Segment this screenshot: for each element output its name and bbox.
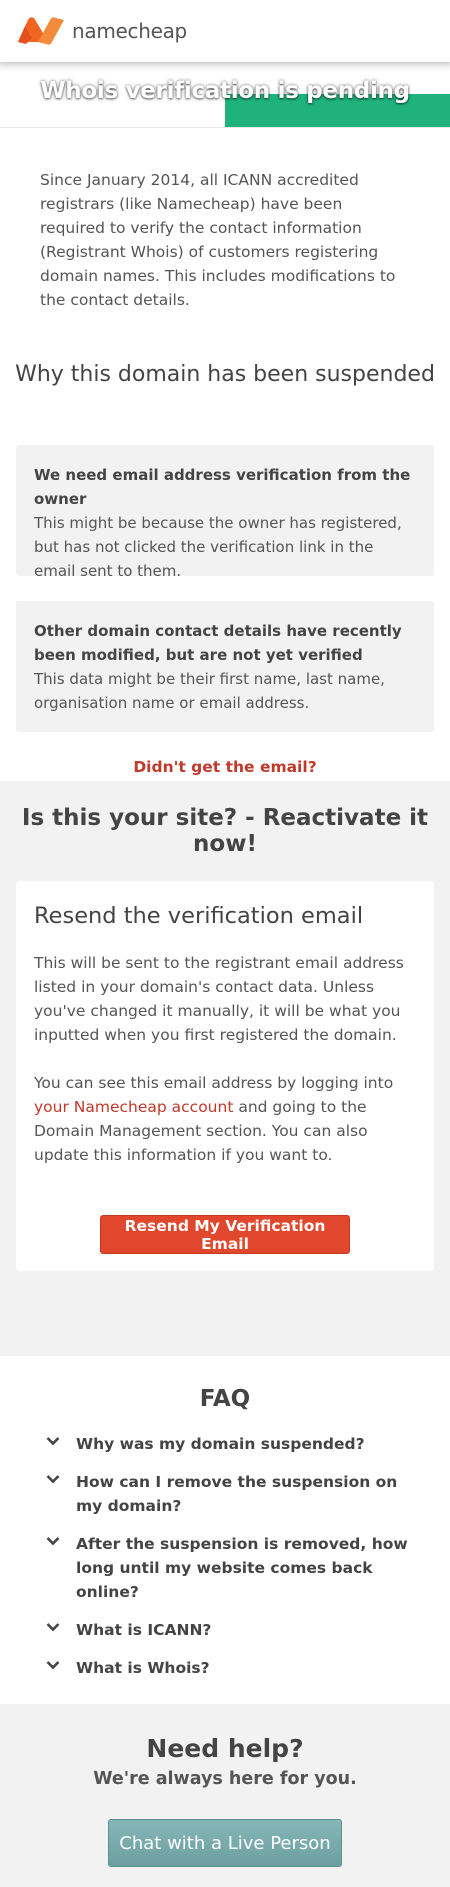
paragraph-text: You can see this email address by loggin… bbox=[34, 1074, 394, 1092]
intro-text: Since January 2014, all ICANN accredited… bbox=[40, 171, 396, 309]
help-subtitle: We're always here for you. bbox=[93, 1769, 357, 1789]
reason-text: This might be because the owner has regi… bbox=[34, 514, 402, 580]
faq-section: FAQ Why was my domain suspended? How can… bbox=[0, 1356, 450, 1704]
resend-heading: Resend the verification email bbox=[34, 903, 364, 929]
live-chat-button[interactable]: Chat with a Live Person bbox=[108, 1819, 342, 1867]
faq-item[interactable]: What is Whois? bbox=[46, 1656, 410, 1680]
faq-question: How can I remove the suspension on my do… bbox=[76, 1473, 398, 1515]
chevron-down-icon bbox=[46, 1432, 76, 1446]
help-title: Need help? bbox=[146, 1734, 304, 1763]
chevron-down-icon bbox=[46, 1618, 76, 1632]
resend-verification-button[interactable]: Resend My Verification Email bbox=[100, 1215, 350, 1254]
brand-name[interactable]: namecheap bbox=[72, 19, 187, 43]
namecheap-logo-icon[interactable] bbox=[16, 16, 66, 46]
resend-paragraph: This will be sent to the registrant emai… bbox=[34, 954, 404, 1044]
chevron-down-icon bbox=[46, 1532, 76, 1546]
faq-title: FAQ bbox=[199, 1386, 251, 1412]
faq-question: After the suspension is removed, how lon… bbox=[76, 1535, 408, 1601]
didnt-get-email-link[interactable]: Didn't get the email? bbox=[0, 758, 450, 776]
suspension-title: Why this domain has been suspended bbox=[15, 362, 435, 387]
faq-item[interactable]: Why was my domain suspended? bbox=[46, 1432, 410, 1456]
faq-list: Why was my domain suspended? How can I r… bbox=[0, 1432, 450, 1680]
chevron-down-icon bbox=[46, 1656, 76, 1670]
site-header: namecheap bbox=[0, 0, 450, 62]
resend-card: Resend the verification email This will … bbox=[16, 881, 434, 1271]
reason-card: We need email address verification from … bbox=[16, 445, 434, 580]
faq-item[interactable]: After the suspension is removed, how lon… bbox=[46, 1532, 410, 1604]
namecheap-account-link[interactable]: your Namecheap account bbox=[34, 1098, 233, 1116]
status-banner: Whois verification is pending bbox=[0, 62, 450, 128]
reason-text: This data might be their first name, las… bbox=[34, 670, 385, 712]
reason-card: Other domain contact details have recent… bbox=[16, 601, 434, 732]
faq-question: What is Whois? bbox=[76, 1659, 210, 1677]
faq-item[interactable]: How can I remove the suspension on my do… bbox=[46, 1470, 410, 1518]
reactivate-title: Is this your site? - Reactivate it now! bbox=[21, 805, 429, 857]
help-section: Need help? We're always here for you. Ch… bbox=[0, 1704, 450, 1887]
reason-title: Other domain contact details have recent… bbox=[34, 622, 402, 664]
reactivate-section: Is this your site? - Reactivate it now! … bbox=[0, 781, 450, 1356]
faq-question: Why was my domain suspended? bbox=[76, 1435, 365, 1453]
faq-question: What is ICANN? bbox=[76, 1621, 212, 1639]
reason-title: We need email address verification from … bbox=[34, 466, 411, 508]
account-paragraph: You can see this email address by loggin… bbox=[34, 1071, 416, 1167]
chevron-down-icon bbox=[46, 1470, 76, 1484]
banner-shadow bbox=[0, 62, 450, 72]
page-title: Whois verification is pending bbox=[40, 78, 410, 104]
faq-item[interactable]: What is ICANN? bbox=[46, 1618, 410, 1642]
